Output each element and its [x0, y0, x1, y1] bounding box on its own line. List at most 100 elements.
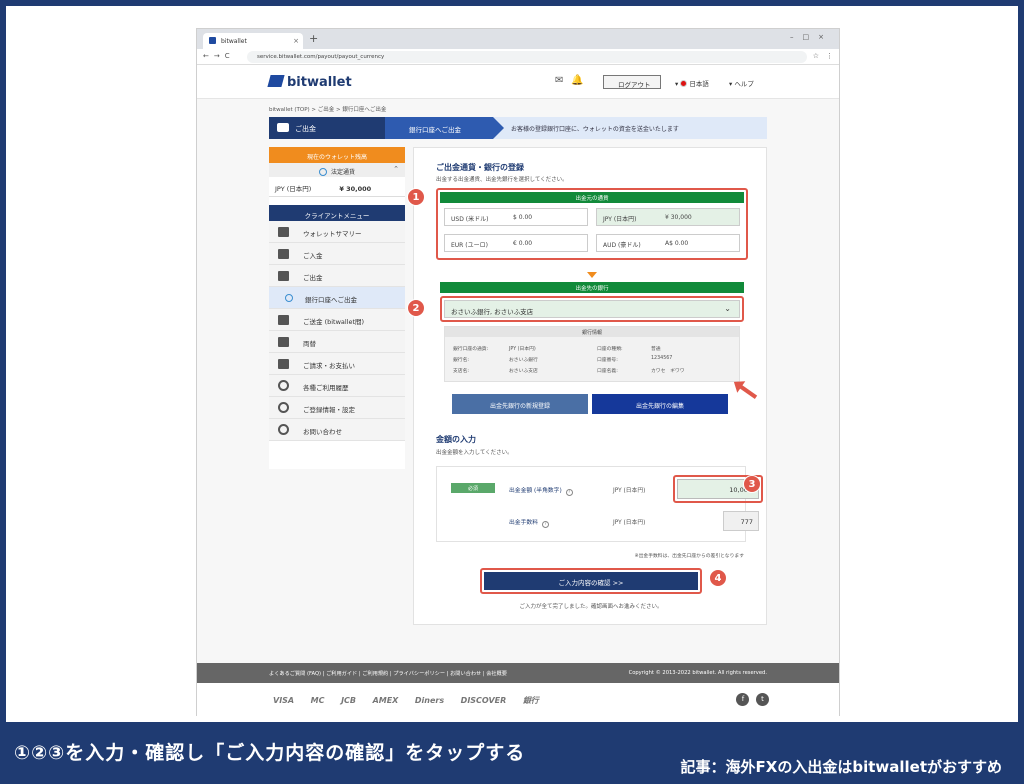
balance-amount: A$ 0.00	[665, 240, 689, 247]
amount-label: 出金金額 (半角数字)?	[509, 485, 573, 496]
balance-amount: $ 0.00	[513, 214, 533, 221]
down-arrow-icon	[587, 272, 597, 278]
withdraw-menu-icon	[278, 271, 289, 281]
source-currency-header: 出金元の通貨	[440, 192, 744, 203]
sidebar-item-billing[interactable]: ご請求・お支払い	[269, 353, 405, 375]
help-link[interactable]: ▾ ヘルプ	[729, 78, 754, 88]
browser-window: bitwallet × + –□× ←→C service.bitwallet.…	[196, 28, 840, 717]
fee-note: ※出金手数料は、出金先口座からの差引となります	[634, 554, 744, 559]
balance-eur[interactable]: EUR (ユーロ) € 0.00	[444, 234, 588, 252]
footer-links[interactable]: よくあるご質問 (FAQ) | ご利用ガイド | ご利用規約 | プライバシーポ…	[269, 670, 507, 677]
currency-icon	[318, 168, 327, 176]
language-label: 日本語	[689, 80, 709, 88]
language-select[interactable]: ▾ 日本語	[675, 78, 709, 88]
fee-label-text: 出金手数料	[509, 520, 538, 526]
logo-mark-icon	[267, 75, 285, 87]
balance-value: ¥ 30,000	[339, 185, 372, 193]
sidebar-item-label: ご出金	[303, 274, 323, 282]
users-icon	[278, 359, 289, 369]
step-withdraw: ご出金	[269, 117, 396, 139]
sidebar-item-label: お問い合わせ	[303, 428, 342, 436]
amex-logo: AMEX	[372, 696, 399, 705]
balance-aud[interactable]: AUD (豪ドル) A$ 0.00	[596, 234, 740, 252]
sidebar-item-label: 銀行口座へご出金	[305, 296, 357, 304]
sidebar-item-label: ウォレットサマリー	[303, 230, 362, 238]
main-panel: ご出金通貨・銀行の登録 出金する出金通貨、出金先銀行を選択してください。 出金元…	[413, 147, 767, 625]
radio-circle-icon	[285, 294, 293, 302]
bank-info-key: 口座名義:	[597, 369, 618, 374]
sidebar-item-deposit[interactable]: ご入金	[269, 243, 405, 265]
logout-button[interactable]: ログアウト	[603, 75, 661, 89]
browser-menu-icon[interactable]: ⋮	[826, 52, 833, 60]
confirm-button[interactable]: ご入力内容の確認 >>	[484, 572, 698, 590]
currency-select[interactable]: 法定通貨 ⌃	[269, 163, 405, 177]
caption-sub: 記事：海外FXの入出金はbitwalletがおすすめ	[680, 758, 1002, 776]
balance-label: USD (米ドル)	[451, 216, 489, 223]
sidebar-item-withdraw[interactable]: ご出金	[269, 265, 405, 287]
currency-select-label: 法定通貨	[330, 169, 355, 176]
client-menu-header: クライアントメニュー	[269, 205, 405, 221]
close-tab-icon[interactable]: ×	[293, 37, 299, 45]
bank-select[interactable]: おさいふ銀行, おさいふ支店 ⌄	[444, 300, 740, 318]
bell-icon[interactable]: 🔔	[571, 75, 591, 86]
browser-tab[interactable]: bitwallet ×	[203, 33, 303, 49]
sidebar-item-bank-withdraw[interactable]: 銀行口座へご出金	[269, 287, 405, 309]
sidebar-item-contact[interactable]: お問い合わせ	[269, 419, 405, 441]
new-tab-icon[interactable]: +	[309, 32, 318, 45]
window-controls[interactable]: –□×	[790, 33, 833, 41]
new-bank-button[interactable]: 出金先銀行の新規登録	[452, 394, 588, 414]
balance-label: JPY (日本円)	[603, 216, 637, 223]
section-amount-note: 出金金額を入力してください。	[436, 450, 513, 456]
balance-label: AUD (豪ドル)	[603, 242, 641, 249]
fee-field: 777	[723, 511, 759, 531]
wallet-balance-header: 現在のウォレット残高	[269, 147, 405, 163]
bank-info-key: 銀行名:	[453, 358, 470, 363]
help-label: ヘルプ	[734, 80, 754, 88]
sidebar-item-label: 両替	[303, 340, 316, 348]
jcb-logo: JCB	[341, 696, 357, 705]
sidebar-item-wallet-summary[interactable]: ウォレットサマリー	[269, 221, 405, 243]
nav-buttons[interactable]: ←→C	[203, 52, 235, 60]
sidebar-item-settings[interactable]: ご登録情報・設定	[269, 397, 405, 419]
help-icon[interactable]: ?	[542, 521, 549, 528]
marker-2: 2	[407, 299, 425, 317]
bank-select-value: おさいふ銀行, おさいふ支店	[451, 308, 534, 316]
sidebar-item-exchange[interactable]: 両替	[269, 331, 405, 353]
site-content: bitwallet ✉🔔 ログアウト ▾ 日本語 ▾ ヘルプ bitwallet…	[197, 65, 839, 717]
logo-text: bitwallet	[287, 75, 352, 90]
marker-4: 4	[709, 569, 727, 587]
sidebar-item-label: ご入金	[303, 252, 323, 260]
address-bar: ←→C service.bitwallet.com/payout/payout_…	[197, 49, 839, 65]
bank-info-key: 銀行口座の通貨:	[453, 347, 489, 352]
step2-label: 銀行口座へご出金	[409, 126, 461, 134]
facebook-icon[interactable]: f	[736, 693, 750, 706]
exchange-icon	[278, 337, 289, 347]
bank-logo: 銀行	[522, 696, 539, 705]
section-amount-title: 金額の入力	[436, 435, 476, 444]
deposit-icon	[278, 249, 289, 259]
caption-bar: ①②③を入力・確認し「ご入力内容の確認」をタップする 記事：海外FXの入出金はb…	[0, 722, 1024, 784]
bookmark-star-icon[interactable]: ☆	[813, 52, 819, 60]
url-field[interactable]: service.bitwallet.com/payout/payout_curr…	[247, 51, 807, 63]
balance-amount: ¥ 30,000	[665, 214, 692, 221]
step-progress: ご出金 銀行口座へご出金 お客様の登録銀行口座に、ウォレットの資金を送金いたしま…	[269, 117, 767, 139]
edit-bank-button[interactable]: 出金先銀行の編集	[592, 394, 728, 414]
balance-label: EUR (ユーロ)	[451, 242, 488, 249]
balance-jpy[interactable]: JPY (日本円) ¥ 30,000	[596, 208, 740, 226]
balance-usd[interactable]: USD (米ドル) $ 0.00	[444, 208, 588, 226]
bitwallet-logo[interactable]: bitwallet	[267, 75, 352, 90]
sidebar: 現在のウォレット残高 法定通貨 ⌃ JPY (日本円) ¥ 30,000 クライアン…	[269, 147, 405, 469]
help-icon[interactable]: ?	[565, 489, 573, 496]
japan-flag-icon	[680, 80, 688, 87]
twitter-icon[interactable]: t	[756, 693, 769, 706]
mail-icon[interactable]: ✉	[555, 75, 571, 86]
bank-info-value: おさいふ支店	[509, 369, 538, 374]
section-currency-bank-note: 出金する出金通貨、出金先銀行を選択してください。	[436, 177, 568, 183]
sidebar-item-label: ご登録情報・設定	[303, 406, 355, 414]
collapse-arrow-icon[interactable]: ⌃	[393, 165, 399, 173]
sidebar-item-history[interactable]: 各種ご利用履歴	[269, 375, 405, 397]
header-icons[interactable]: ✉🔔	[555, 75, 592, 86]
bank-info-key: 支店名:	[453, 369, 470, 374]
site-footer: よくあるご質問 (FAQ) | ご利用ガイド | ご利用規約 | プライバシーポ…	[197, 663, 839, 683]
sidebar-item-transfer[interactable]: ご送金 (bitwallet間)	[269, 309, 405, 331]
